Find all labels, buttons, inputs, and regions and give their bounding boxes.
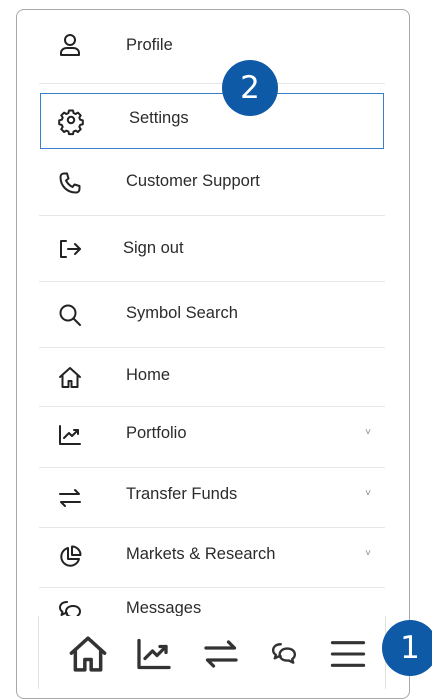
home-icon (57, 365, 83, 391)
menu-item-profile[interactable]: Profile (39, 10, 385, 84)
menu-item-customer-support[interactable]: Customer Support (39, 150, 385, 216)
menu-item-transfer-funds[interactable]: Transfer Funds ˅ (39, 468, 385, 528)
menu-item-settings[interactable]: Settings (40, 93, 384, 149)
menu-item-home[interactable]: Home (39, 348, 385, 407)
menu-item-label: Customer Support (126, 172, 260, 190)
phone-icon (57, 170, 83, 196)
menu-item-label: Home (126, 366, 171, 384)
menu-item-symbol-search[interactable]: Symbol Search (39, 282, 385, 348)
menu-item-label: Profile (126, 36, 173, 54)
nav-chart-trend-icon[interactable] (132, 634, 176, 674)
nav-transfer-icon[interactable] (199, 634, 243, 674)
search-icon (57, 302, 83, 328)
menu-item-markets-research[interactable]: Markets & Research ˅ (39, 528, 385, 588)
menu-item-label: Markets & Research (126, 545, 276, 563)
menu-item-label: Symbol Search (126, 304, 238, 322)
chevron-down-icon: ˅ (365, 427, 371, 438)
nav-home-icon[interactable] (66, 634, 110, 674)
gear-icon (58, 107, 84, 136)
menu-item-label: Settings (129, 109, 189, 127)
nav-chat-bubbles-icon[interactable] (264, 634, 304, 674)
menu-item-sign-out[interactable]: Sign out (39, 216, 385, 282)
user-icon (57, 32, 83, 58)
nav-hamburger-menu-icon[interactable] (328, 634, 368, 674)
step-badge-1: 1 (382, 620, 432, 676)
chevron-down-icon: ˅ (365, 488, 371, 499)
chart-trend-icon (57, 422, 83, 448)
transfer-icon (57, 485, 83, 511)
step-badge-2: 2 (222, 60, 278, 116)
pie-chart-icon (57, 544, 83, 570)
menu-item-portfolio[interactable]: Portfolio ˅ (39, 407, 385, 468)
menu-item-label: Sign out (123, 239, 184, 257)
menu-item-label: Portfolio (126, 424, 187, 442)
menu-item-label: Transfer Funds (126, 485, 238, 503)
sign-out-icon (57, 236, 83, 262)
chevron-down-icon: ˅ (365, 548, 371, 559)
